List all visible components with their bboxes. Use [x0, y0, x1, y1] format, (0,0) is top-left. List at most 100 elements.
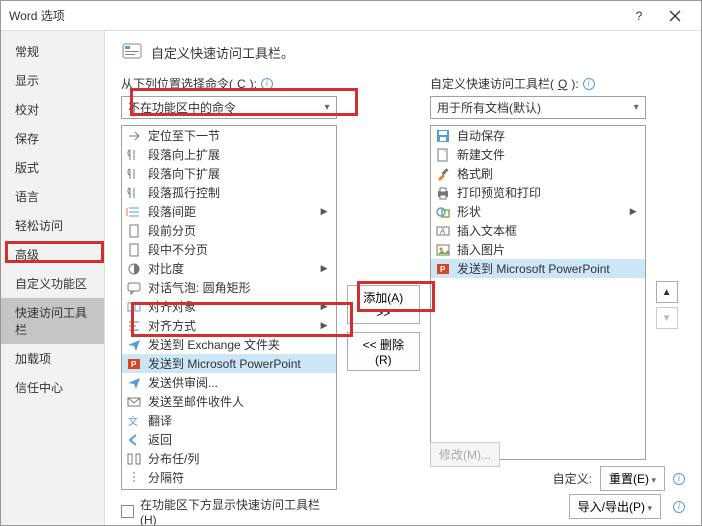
- sep-icon: [126, 470, 142, 486]
- list-item[interactable]: 段落向上扩展: [122, 145, 336, 164]
- ppt-icon: P: [126, 356, 142, 372]
- custom-label: 自定义:: [553, 470, 592, 487]
- list-item[interactable]: P发送到 Microsoft PowerPoint: [431, 259, 645, 278]
- list-item[interactable]: 定位至下一节: [122, 126, 336, 145]
- submenu-arrow-icon: ▶: [321, 206, 332, 217]
- sidebar-item[interactable]: 信任中心: [1, 373, 104, 402]
- commands-category-dropdown[interactable]: 不在功能区中的命令: [121, 96, 337, 119]
- info-icon[interactable]: i: [583, 78, 595, 90]
- new-icon: [435, 147, 451, 163]
- translate-icon: 文: [126, 413, 142, 429]
- qat-header-icon: [121, 41, 143, 63]
- align-icon: [126, 299, 142, 315]
- list-item[interactable]: A插入文本框: [431, 221, 645, 240]
- list-item[interactable]: 段中不分页: [122, 240, 336, 259]
- dialog-title: Word 选项: [9, 7, 621, 24]
- submenu-arrow-icon: ▶: [630, 206, 641, 217]
- ungroup-icon: [126, 489, 142, 491]
- list-item[interactable]: 对齐方式▶: [122, 316, 336, 335]
- sidebar-item[interactable]: 保存: [1, 124, 104, 153]
- image-icon: [435, 242, 451, 258]
- close-icon: [669, 10, 681, 22]
- sidebar-item[interactable]: 常规: [1, 37, 104, 66]
- sidebar-item[interactable]: 版式: [1, 153, 104, 182]
- submenu-arrow-icon: ▶: [321, 263, 332, 274]
- move-down-button[interactable]: ▼: [656, 307, 678, 329]
- page-icon: [126, 223, 142, 239]
- info-icon[interactable]: i: [673, 501, 685, 513]
- list-item[interactable]: 段落孤行控制: [122, 183, 336, 202]
- qat-scope-dropdown[interactable]: 用于所有文档(默认): [430, 96, 646, 119]
- shape-icon: [435, 204, 451, 220]
- reset-button[interactable]: 重置(E): [600, 466, 665, 491]
- brush-icon: [435, 166, 451, 182]
- spacing-icon: [126, 204, 142, 220]
- para-icon: [126, 185, 142, 201]
- list-item[interactable]: 对话气泡: 圆角矩形: [122, 278, 336, 297]
- send-icon: [126, 375, 142, 391]
- sidebar: 常规显示校对保存版式语言轻松访问高级自定义功能区快速访问工具栏加载项信任中心: [1, 31, 105, 525]
- available-commands-listbox[interactable]: 定位至下一节段落向上扩展段落向下扩展段落孤行控制段落间距▶段前分页段中不分页对比…: [121, 125, 337, 490]
- back-icon: [126, 432, 142, 448]
- sidebar-item[interactable]: 校对: [1, 95, 104, 124]
- list-item[interactable]: 段前分页: [122, 221, 336, 240]
- list-item[interactable]: 文翻译: [122, 411, 336, 430]
- svg-text:P: P: [440, 265, 446, 274]
- sidebar-item[interactable]: 快速访问工具栏: [1, 298, 104, 344]
- move-up-button[interactable]: ▲: [656, 281, 678, 303]
- header-title: 自定义快速访问工具栏。: [151, 43, 294, 62]
- submenu-arrow-icon: ▶: [321, 301, 332, 312]
- list-item[interactable]: 发送供审阅...: [122, 373, 336, 392]
- remove-button[interactable]: << 删除(R): [347, 332, 420, 371]
- list-item[interactable]: 分隔符: [122, 468, 336, 487]
- svg-text:文: 文: [128, 415, 138, 428]
- sidebar-item[interactable]: 语言: [1, 182, 104, 211]
- list-item[interactable]: P发送到 Microsoft PowerPoint: [122, 354, 336, 373]
- save-icon: [435, 128, 451, 144]
- list-item[interactable]: 新建文件: [431, 145, 645, 164]
- print-icon: [435, 185, 451, 201]
- add-button[interactable]: 添加(A) >>: [347, 285, 420, 324]
- show-below-ribbon-checkbox[interactable]: [121, 505, 134, 518]
- nav-icon: [126, 128, 142, 144]
- ppt-icon: P: [435, 261, 451, 277]
- page-icon: [126, 242, 142, 258]
- list-item[interactable]: 发送到 Exchange 文件夹: [122, 335, 336, 354]
- close-button[interactable]: [657, 2, 693, 30]
- list-item[interactable]: 发送至邮件收件人: [122, 392, 336, 411]
- list-item[interactable]: 对比度▶: [122, 259, 336, 278]
- list-item[interactable]: 返回: [122, 430, 336, 449]
- modify-button[interactable]: 修改(M)...: [430, 442, 500, 467]
- para-icon: [126, 147, 142, 163]
- align2-icon: [126, 318, 142, 334]
- choose-commands-label: 从下列位置选择命令(C): i: [121, 75, 337, 92]
- list-item[interactable]: 格式刷: [431, 164, 645, 183]
- sidebar-item[interactable]: 高级: [1, 240, 104, 269]
- sidebar-item[interactable]: 自定义功能区: [1, 269, 104, 298]
- list-item[interactable]: 段落间距▶: [122, 202, 336, 221]
- dist-icon: [126, 451, 142, 467]
- list-item[interactable]: 打印预览和打印: [431, 183, 645, 202]
- info-icon[interactable]: i: [673, 473, 685, 485]
- sidebar-item[interactable]: 加载项: [1, 344, 104, 373]
- list-item[interactable]: 插入图片: [431, 240, 645, 259]
- list-item[interactable]: 段落向下扩展: [122, 164, 336, 183]
- info-icon[interactable]: i: [261, 78, 273, 90]
- import-export-button[interactable]: 导入/导出(P): [569, 494, 661, 519]
- list-item[interactable]: 分布任/列: [122, 449, 336, 468]
- contrast-icon: [126, 261, 142, 277]
- send-icon: [126, 337, 142, 353]
- list-item[interactable]: 自动保存: [431, 126, 645, 145]
- sidebar-item[interactable]: 显示: [1, 66, 104, 95]
- customize-qat-label: 自定义快速访问工具栏(Q): i: [430, 75, 646, 92]
- svg-text:P: P: [131, 360, 137, 369]
- help-button[interactable]: ?: [621, 2, 657, 30]
- submenu-arrow-icon: ▶: [321, 320, 332, 331]
- textbox-icon: A: [435, 223, 451, 239]
- list-item[interactable]: 分解图片: [122, 487, 336, 490]
- mail-icon: [126, 394, 142, 410]
- sidebar-item[interactable]: 轻松访问: [1, 211, 104, 240]
- list-item[interactable]: 对齐对象▶: [122, 297, 336, 316]
- qat-commands-listbox[interactable]: 自动保存新建文件格式刷打印预览和打印形状▶A插入文本框插入图片P发送到 Micr…: [430, 125, 646, 460]
- list-item[interactable]: 形状▶: [431, 202, 645, 221]
